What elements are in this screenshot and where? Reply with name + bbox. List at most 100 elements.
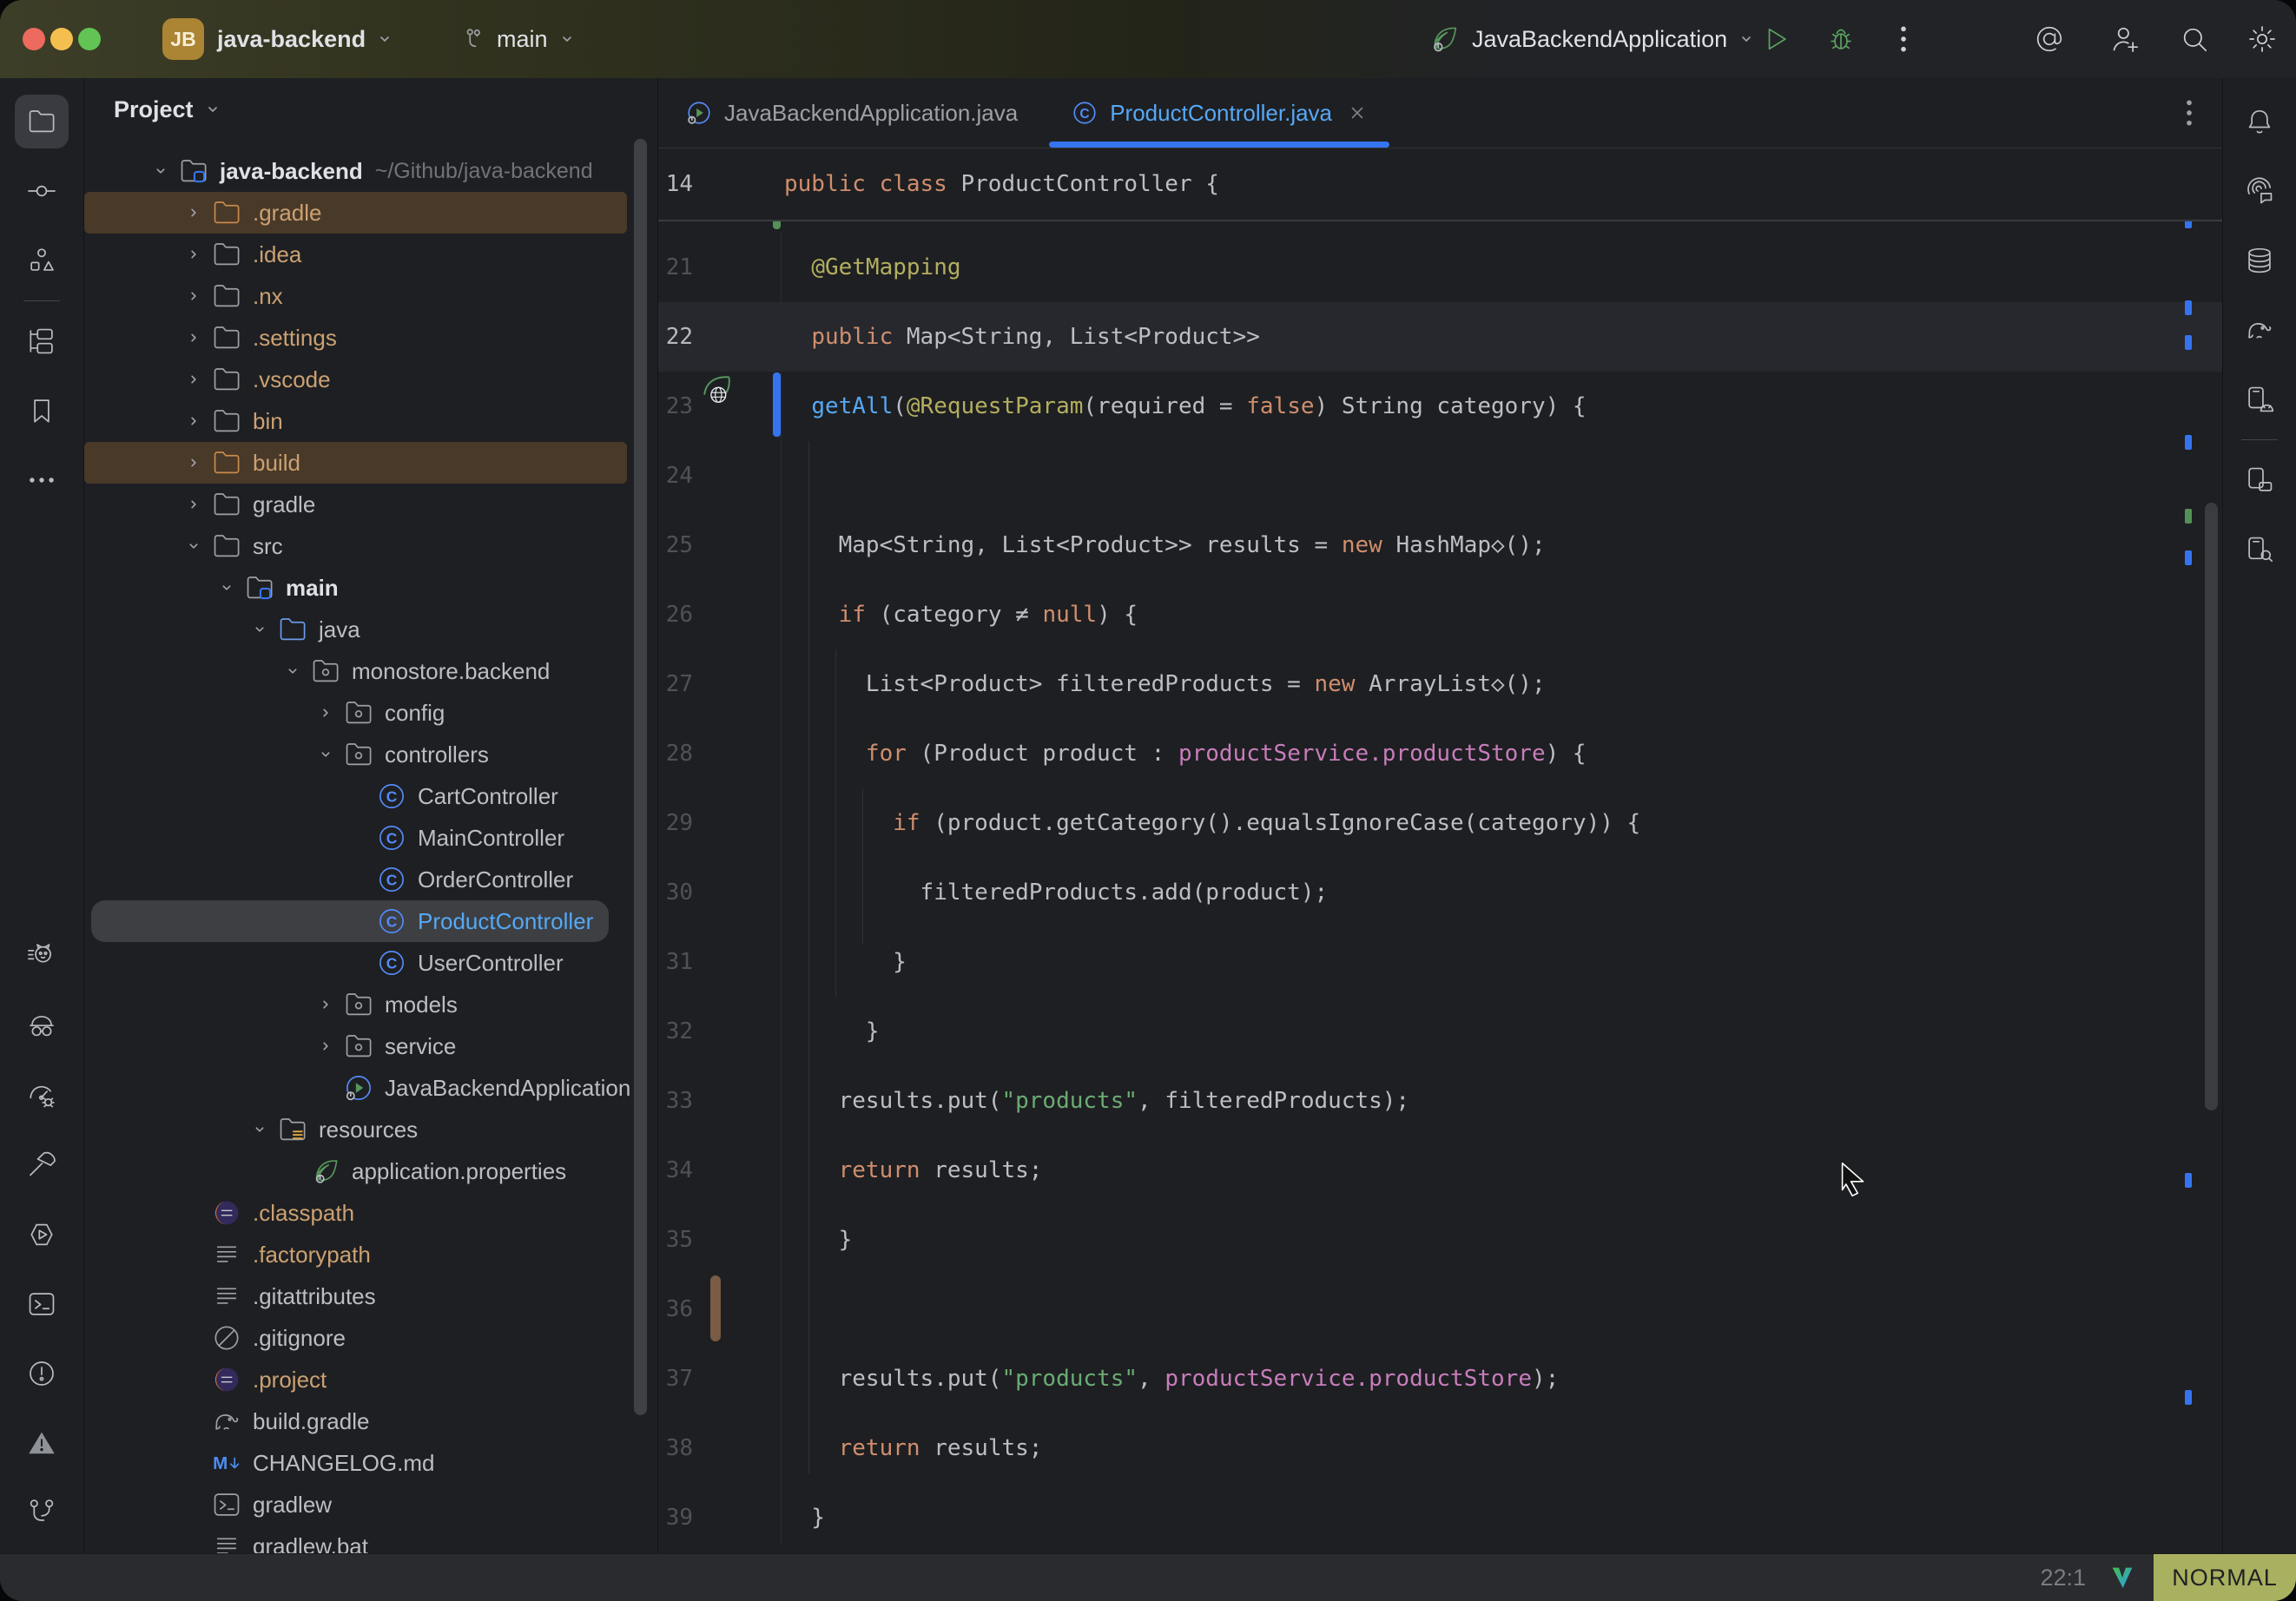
chevron-right-icon[interactable] xyxy=(177,442,210,484)
code-row-28[interactable]: 28 for (Product product : productService… xyxy=(658,719,2222,788)
vim-icon[interactable] xyxy=(2108,1564,2136,1591)
tree-item-CartController[interactable]: CCartController xyxy=(84,775,657,817)
more-kebab-icon[interactable] xyxy=(1886,22,1921,56)
tree-item-ProductController[interactable]: CProductController xyxy=(91,900,609,942)
gradle-icon[interactable] xyxy=(2233,303,2286,357)
code-row-29[interactable]: 29 if (product.getCategory().equalsIgnor… xyxy=(658,788,2222,858)
code-row-22[interactable]: 22 public Map<String, List<Product>> xyxy=(658,302,2222,372)
tree-item-gradlew[interactable]: gradlew xyxy=(84,1484,657,1525)
build-hammer-icon[interactable] xyxy=(15,1138,69,1192)
tree-item-gradle[interactable]: gradle xyxy=(84,484,657,525)
settings-gear-icon[interactable] xyxy=(2245,22,2280,56)
code-row-25[interactable]: 25 Map<String, List<Product>> results = … xyxy=(658,511,2222,580)
commit-icon[interactable] xyxy=(15,164,69,218)
chevron-right-icon[interactable] xyxy=(177,234,210,275)
tree-item-.idea[interactable]: .idea xyxy=(84,234,657,275)
project-tree-scrollbar[interactable] xyxy=(634,139,647,1415)
code-row-31[interactable]: 31 } xyxy=(658,927,2222,997)
chevron-right-icon[interactable] xyxy=(177,317,210,359)
close-window-button[interactable] xyxy=(23,28,45,50)
ai-at-icon[interactable] xyxy=(2032,22,2067,56)
tree-item-.gitattributes[interactable]: .gitattributes xyxy=(84,1275,657,1317)
chevron-right-icon[interactable] xyxy=(177,359,210,400)
code-row-24[interactable]: 24 xyxy=(658,441,2222,511)
tree-item-UserController[interactable]: CUserController xyxy=(84,942,657,984)
tree-item-.settings[interactable]: .settings xyxy=(84,317,657,359)
tree-item-bin[interactable]: bin xyxy=(84,400,657,442)
code-row-38[interactable]: 38 return results; xyxy=(658,1413,2222,1483)
chevron-down-icon[interactable] xyxy=(177,525,210,567)
project-panel-header[interactable]: Project xyxy=(114,85,223,134)
dash-cat-icon[interactable] xyxy=(15,930,69,984)
code-row-34[interactable]: 34 return results; xyxy=(658,1136,2222,1205)
tree-item-OrderController[interactable]: COrderController xyxy=(84,859,657,900)
tree-item-.vscode[interactable]: .vscode xyxy=(84,359,657,400)
code-row-23[interactable]: 23 getAll(@RequestParam(required = false… xyxy=(658,372,2222,441)
tree-item-gradlew.bat[interactable]: gradlew.bat xyxy=(84,1525,657,1554)
tree-item-application.properties[interactable]: application.properties xyxy=(84,1150,657,1192)
database-icon[interactable] xyxy=(2233,234,2286,287)
code-row-33[interactable]: 33 results.put("products", filteredProdu… xyxy=(658,1066,2222,1136)
tree-item-.gitignore[interactable]: .gitignore xyxy=(84,1317,657,1359)
terminal-icon[interactable] xyxy=(15,1277,69,1331)
tree-item-java[interactable]: java xyxy=(84,609,657,650)
chevron-right-icon[interactable] xyxy=(177,484,210,525)
device-explorer-icon[interactable] xyxy=(2233,523,2286,576)
chevron-right-icon[interactable] xyxy=(177,400,210,442)
error-stripe-mark[interactable] xyxy=(2185,1390,2192,1405)
tree-item-build.gradle[interactable]: build.gradle xyxy=(84,1400,657,1442)
tree-item-.factorypath[interactable]: .factorypath xyxy=(84,1234,657,1275)
tree-item-src[interactable]: src xyxy=(84,525,657,567)
copilot-icon[interactable] xyxy=(15,999,69,1053)
tree-item-JavaBackendApplication[interactable]: JavaBackendApplication xyxy=(84,1067,657,1109)
tree-item-models[interactable]: models xyxy=(84,984,657,1025)
tab-JavaBackendApplication.java[interactable]: JavaBackendApplication.java xyxy=(658,78,1044,148)
chevron-right-icon[interactable] xyxy=(309,692,342,734)
debug-bug-icon[interactable] xyxy=(1824,22,1858,56)
tab-ProductController.java[interactable]: CProductController.java xyxy=(1044,78,1395,148)
code-row-27[interactable]: 27 List<Product> filteredProducts = new … xyxy=(658,649,2222,719)
error-stripe-mark[interactable] xyxy=(2185,1173,2192,1188)
chevron-right-icon[interactable] xyxy=(177,192,210,234)
error-stripe-mark[interactable] xyxy=(2185,550,2192,565)
run-configuration[interactable]: JavaBackendApplication xyxy=(1427,0,1757,78)
minimize-window-button[interactable] xyxy=(50,28,73,50)
hierarchy-icon[interactable] xyxy=(15,314,69,368)
run-play-icon[interactable] xyxy=(1758,22,1793,56)
code-row-39[interactable]: 39 } xyxy=(658,1483,2222,1552)
branch-switcher[interactable]: main xyxy=(460,0,577,78)
notifications-warning-icon[interactable] xyxy=(15,1416,69,1470)
services-icon[interactable] xyxy=(15,1208,69,1262)
ai-assistant-icon[interactable] xyxy=(2233,164,2286,218)
tree-item-java-backend[interactable]: java-backend~/Github/java-backend xyxy=(84,150,657,192)
tree-item-.classpath[interactable]: .classpath xyxy=(84,1192,657,1234)
project-folder-icon[interactable] xyxy=(15,95,69,148)
more-tool-windows-icon[interactable] xyxy=(15,453,69,507)
editor-scrollbar[interactable] xyxy=(2205,503,2218,1110)
vim-mode-badge[interactable]: NORMAL xyxy=(2154,1554,2296,1601)
code-editor[interactable]: 14public class ProductController { 21 @G… xyxy=(658,148,2222,1554)
spring-endpoint-icon[interactable] xyxy=(696,372,735,410)
notifications-bell-icon[interactable] xyxy=(2233,95,2286,148)
chevron-right-icon[interactable] xyxy=(309,1025,342,1067)
tree-item-main[interactable]: main xyxy=(84,567,657,609)
code-row-30[interactable]: 30 filteredProducts.add(product); xyxy=(658,858,2222,927)
zoom-window-button[interactable] xyxy=(78,28,101,50)
bookmarks-icon[interactable] xyxy=(15,384,69,438)
tree-item-service[interactable]: service xyxy=(84,1025,657,1067)
tree-item-.nx[interactable]: .nx xyxy=(84,275,657,317)
tree-item-monostore.backend[interactable]: monostore.backend xyxy=(84,650,657,692)
error-stripe-mark[interactable] xyxy=(2185,509,2192,524)
code-row-36[interactable]: 36 xyxy=(658,1275,2222,1344)
tree-item-build[interactable]: build xyxy=(84,442,627,484)
chevron-down-icon[interactable] xyxy=(243,609,276,650)
chevron-down-icon[interactable] xyxy=(144,150,177,192)
tree-item-.gradle[interactable]: .gradle xyxy=(84,192,627,234)
tree-item-controllers[interactable]: controllers xyxy=(84,734,657,775)
search-icon[interactable] xyxy=(2177,22,2212,56)
chevron-down-icon[interactable] xyxy=(309,734,342,775)
code-row-37[interactable]: 37 results.put("products", productServic… xyxy=(658,1344,2222,1413)
device-manager-icon[interactable] xyxy=(2233,372,2286,426)
chevron-right-icon[interactable] xyxy=(177,275,210,317)
close-tab-icon[interactable] xyxy=(1346,102,1369,124)
